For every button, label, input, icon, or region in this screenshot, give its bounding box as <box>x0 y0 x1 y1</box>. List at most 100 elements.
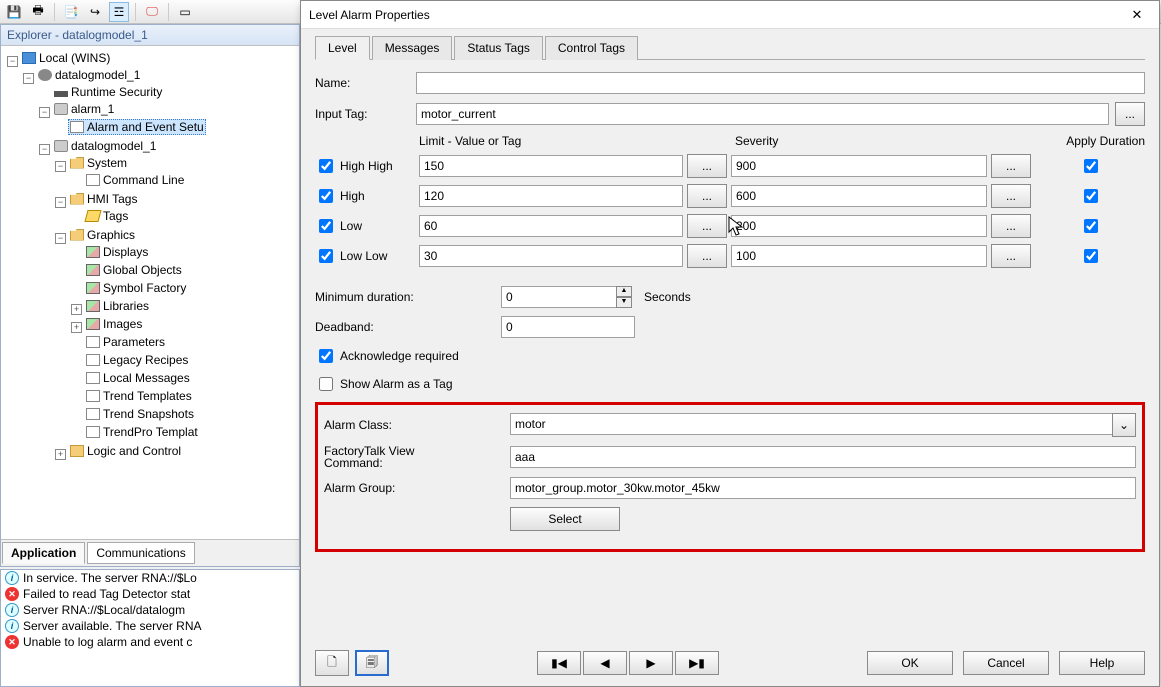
tab-messages[interactable]: Messages <box>372 36 453 60</box>
high-high-checkbox[interactable] <box>319 159 333 173</box>
low-severity-browse[interactable]: ... <box>991 214 1031 238</box>
param-icon <box>86 336 100 348</box>
trendpro-icon <box>86 426 100 438</box>
min-duration-spinner[interactable]: ▲▼ <box>616 286 632 308</box>
low-limit-field[interactable] <box>419 215 683 237</box>
alarm-group-field[interactable] <box>510 477 1136 499</box>
low-checkbox[interactable] <box>319 219 333 233</box>
high-limit-browse[interactable]: ... <box>687 184 727 208</box>
expand-icon[interactable]: − <box>55 161 66 172</box>
prev-record-button[interactable]: ◀ <box>583 651 627 675</box>
tab-level[interactable]: Level <box>315 36 370 60</box>
new-record-button[interactable]: 🗋 <box>315 650 349 676</box>
expand-icon[interactable]: + <box>71 322 82 333</box>
expand-icon[interactable]: − <box>55 197 66 208</box>
info-icon: i <box>5 571 19 585</box>
limit-header: Limit - Value or Tag <box>419 134 683 148</box>
tab-communications[interactable]: Communications <box>87 542 194 564</box>
tool-icon-4[interactable]: ▭ <box>175 2 195 22</box>
low-low-limit-browse[interactable]: ... <box>687 244 727 268</box>
copy-icon: 🗐 <box>366 653 378 674</box>
folder-open-icon <box>70 193 84 205</box>
high-high-severity-field[interactable] <box>731 155 987 177</box>
high-limit-field[interactable] <box>419 185 683 207</box>
folder-icon <box>70 445 84 457</box>
msg-icon <box>86 372 100 384</box>
log-row: ✕Failed to read Tag Detector stat <box>1 586 299 602</box>
low-limit-browse[interactable]: ... <box>687 214 727 238</box>
expand-icon[interactable]: − <box>23 73 34 84</box>
input-tag-field[interactable] <box>416 103 1109 125</box>
ok-button[interactable]: OK <box>867 651 953 675</box>
acknowledge-required-checkbox[interactable] <box>319 349 333 363</box>
tree-libraries: Libraries <box>84 299 151 313</box>
gear-icon <box>38 69 52 81</box>
first-record-button[interactable]: ▮◀ <box>537 651 581 675</box>
high-high-severity-browse[interactable]: ... <box>991 154 1031 178</box>
high-high-limit-browse[interactable]: ... <box>687 154 727 178</box>
tool-icon-3[interactable]: ☲ <box>109 2 129 22</box>
ftv-command-field[interactable] <box>510 446 1136 468</box>
input-tag-browse-button[interactable]: ... <box>1115 102 1145 126</box>
expand-icon[interactable]: − <box>39 144 50 155</box>
dialog-footer: 🗋 🗐 ▮◀ ◀ ▶ ▶▮ OK Cancel Help <box>315 650 1145 676</box>
tree-project: datalogmodel_1 <box>36 68 142 82</box>
show-alarm-as-tag-checkbox[interactable] <box>319 377 333 391</box>
ftv-command-label: FactoryTalk ViewCommand: <box>324 445 504 469</box>
next-record-button[interactable]: ▶ <box>629 651 673 675</box>
error-icon: ✕ <box>5 635 19 649</box>
expand-icon[interactable]: − <box>39 107 50 118</box>
min-duration-field[interactable] <box>501 286 617 308</box>
high-high-apply-checkbox[interactable] <box>1084 159 1098 173</box>
print-icon[interactable]: 🖶 <box>28 2 48 22</box>
tool-icon-2[interactable]: ↪ <box>85 2 105 22</box>
low-low-severity-field[interactable] <box>731 245 987 267</box>
copy-record-button[interactable]: 🗐 <box>355 650 389 676</box>
cancel-button[interactable]: Cancel <box>963 651 1049 675</box>
expand-icon[interactable]: + <box>55 449 66 460</box>
high-high-label: High High <box>340 159 393 173</box>
low-apply-checkbox[interactable] <box>1084 219 1098 233</box>
select-button[interactable]: Select <box>510 507 620 531</box>
tree-trend-templates: Trend Templates <box>84 389 194 403</box>
monitor-icon[interactable]: 🖵 <box>142 2 162 22</box>
low-low-checkbox[interactable] <box>319 249 333 263</box>
high-apply-checkbox[interactable] <box>1084 189 1098 203</box>
low-low-apply-checkbox[interactable] <box>1084 249 1098 263</box>
last-record-button[interactable]: ▶▮ <box>675 651 719 675</box>
tree-tags: Tags <box>84 209 130 223</box>
expand-icon[interactable]: − <box>7 56 18 67</box>
high-severity-field[interactable] <box>731 185 987 207</box>
low-severity-field[interactable] <box>731 215 987 237</box>
expand-icon[interactable]: − <box>55 233 66 244</box>
explorer-title: Explorer - datalogmodel_1 <box>1 25 299 46</box>
tree-parameters: Parameters <box>84 335 167 349</box>
tree-alarm-setup: Alarm and Event Setu <box>68 119 206 135</box>
expand-icon[interactable]: + <box>71 304 82 315</box>
tab-status-tags[interactable]: Status Tags <box>454 36 542 60</box>
high-checkbox[interactable] <box>319 189 333 203</box>
tool-icon-1[interactable]: 📑 <box>61 2 81 22</box>
dialog-tabs: Level Messages Status Tags Control Tags <box>315 35 1145 60</box>
info-icon: i <box>5 603 19 617</box>
close-button[interactable]: ✕ <box>1123 4 1151 26</box>
tag-icon <box>84 210 101 222</box>
tab-control-tags[interactable]: Control Tags <box>545 36 638 60</box>
save-icon[interactable]: 💾 <box>4 2 24 22</box>
alarm-class-dropdown-button[interactable]: ⌄ <box>1112 413 1136 437</box>
explorer-tree[interactable]: −Local (WINS) −datalogmodel_1 Runtime Se… <box>1 46 299 537</box>
low-low-severity-browse[interactable]: ... <box>991 244 1031 268</box>
snap-icon <box>86 408 100 420</box>
tree-runtime-security: Runtime Security <box>52 85 164 99</box>
high-high-limit-field[interactable] <box>419 155 683 177</box>
name-field[interactable] <box>416 72 1145 94</box>
alarm-class-field[interactable] <box>510 413 1113 435</box>
symbol-icon <box>86 282 100 294</box>
high-severity-browse[interactable]: ... <box>991 184 1031 208</box>
low-low-limit-field[interactable] <box>419 245 683 267</box>
deadband-field[interactable] <box>501 316 635 338</box>
tab-application[interactable]: Application <box>2 542 85 564</box>
dialog-title-text: Level Alarm Properties <box>309 8 430 22</box>
help-button[interactable]: Help <box>1059 651 1145 675</box>
global-icon <box>86 264 100 276</box>
